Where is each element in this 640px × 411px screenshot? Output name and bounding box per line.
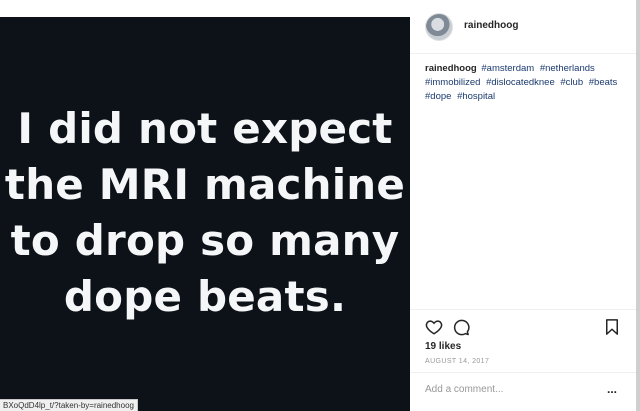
- hashtag-link[interactable]: #dislocatedknee: [486, 77, 555, 88]
- more-options-button[interactable]: ...: [607, 382, 617, 396]
- window-edge: [636, 0, 640, 411]
- hashtag-link[interactable]: #dope: [425, 91, 451, 102]
- comment-bubble-icon[interactable]: [452, 318, 470, 336]
- image-text-line: to drop so many: [10, 216, 400, 265]
- bookmark-icon[interactable]: [603, 318, 621, 336]
- add-comment-bar: ...: [410, 372, 636, 411]
- comment-input[interactable]: [425, 384, 595, 395]
- hashtag-link[interactable]: #immobilized: [425, 77, 480, 88]
- hashtag-link[interactable]: #netherlands: [540, 63, 595, 74]
- hashtag-link[interactable]: #hospital: [457, 91, 495, 102]
- post-date: AUGUST 14, 2017: [425, 358, 490, 365]
- image-text: I did not expect the MRI machine to drop…: [0, 101, 410, 325]
- image-text-line: dope beats.: [63, 272, 347, 321]
- hashtag-link[interactable]: #amsterdam: [481, 63, 534, 74]
- post-image[interactable]: I did not expect the MRI machine to drop…: [0, 17, 410, 411]
- top-strip: [0, 0, 410, 17]
- header-username[interactable]: rainedhoog: [464, 20, 518, 31]
- caption-comment: rainedhoog #amsterdam #netherlands #immo…: [425, 62, 625, 104]
- likes-count[interactable]: 19 likes: [425, 341, 461, 352]
- hashtag-link[interactable]: #beats: [589, 77, 618, 88]
- post-sidebar: rainedhoog rainedhoog #amsterdam #nether…: [410, 0, 636, 411]
- post-header: rainedhoog: [410, 0, 636, 54]
- image-text-line: I did not expect: [17, 104, 393, 153]
- heart-icon[interactable]: [425, 318, 443, 336]
- image-text-line: the MRI machine: [4, 160, 406, 209]
- status-bar-url: BXoQdD4lp_t/?taken-by=rainedhoog: [0, 399, 138, 411]
- caption-author[interactable]: rainedhoog: [425, 63, 477, 74]
- hashtag-link[interactable]: #club: [560, 77, 583, 88]
- avatar[interactable]: [425, 13, 453, 41]
